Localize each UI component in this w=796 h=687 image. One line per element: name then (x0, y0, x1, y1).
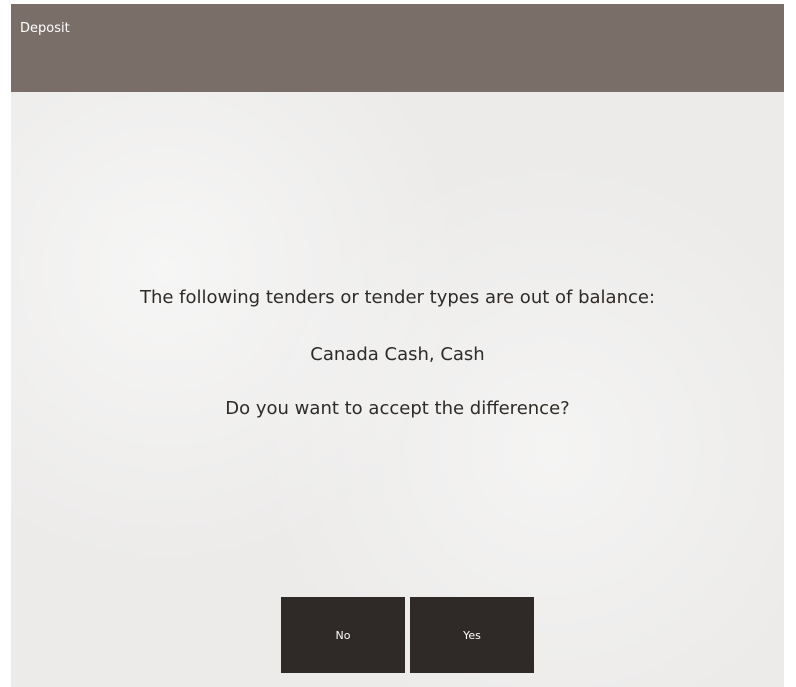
no-button[interactable]: No (281, 597, 405, 673)
dialog-title-bar: Deposit (11, 4, 784, 92)
yes-button[interactable]: Yes (410, 597, 534, 673)
no-button-label: No (335, 628, 351, 642)
accept-difference-question: Do you want to accept the difference? (225, 398, 570, 419)
dialog-content: The following tenders or tender types ar… (11, 92, 784, 687)
out-of-balance-message: The following tenders or tender types ar… (139, 287, 656, 308)
dialog-title: Deposit (20, 21, 70, 36)
deposit-dialog: Deposit The following tenders or tender … (11, 4, 784, 687)
yes-button-label: Yes (463, 628, 481, 642)
tender-types-list: Canada Cash, Cash (310, 344, 485, 365)
